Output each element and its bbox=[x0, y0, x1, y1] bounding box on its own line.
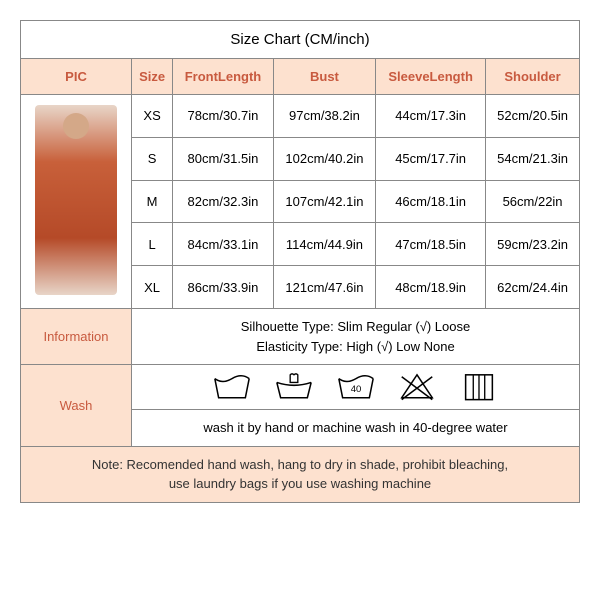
header-shoulder: Shoulder bbox=[486, 59, 580, 95]
product-image-cell bbox=[21, 95, 132, 309]
note-line2: use laundry bags if you use washing mach… bbox=[169, 476, 431, 491]
cell-sleeve: 46cm/18.1in bbox=[376, 180, 486, 223]
cell-shoulder: 62cm/24.4in bbox=[486, 266, 580, 309]
cell-sleeve: 44cm/17.3in bbox=[376, 95, 486, 138]
cell-size: M bbox=[132, 180, 173, 223]
cell-size: XS bbox=[132, 95, 173, 138]
header-sleevelength: SleeveLength bbox=[376, 59, 486, 95]
cell-bust: 121cm/47.6in bbox=[273, 266, 375, 309]
header-size: Size bbox=[132, 59, 173, 95]
cell-size: L bbox=[132, 223, 173, 266]
chart-title: Size Chart (CM/inch) bbox=[21, 21, 580, 59]
cell-bust: 107cm/42.1in bbox=[273, 180, 375, 223]
cell-bust: 114cm/44.9in bbox=[273, 223, 375, 266]
table-row: XS 78cm/30.7in 97cm/38.2in 44cm/17.3in 5… bbox=[21, 95, 580, 138]
information-label: Information bbox=[21, 309, 132, 365]
info-silhouette: Silhouette Type: Slim Regular (√) Loose bbox=[241, 319, 470, 334]
cell-bust: 97cm/38.2in bbox=[273, 95, 375, 138]
cell-shoulder: 59cm/23.2in bbox=[486, 223, 580, 266]
header-bust: Bust bbox=[273, 59, 375, 95]
header-frontlength: FrontLength bbox=[173, 59, 274, 95]
wash-label: Wash bbox=[21, 365, 132, 447]
wash-tub-icon bbox=[211, 371, 253, 403]
cell-sleeve: 47cm/18.5in bbox=[376, 223, 486, 266]
header-pic: PIC bbox=[21, 59, 132, 95]
information-cell: Silhouette Type: Slim Regular (√) Loose … bbox=[132, 309, 580, 365]
cell-shoulder: 54cm/21.3in bbox=[486, 137, 580, 180]
wash-icons-cell: 40 bbox=[132, 365, 580, 410]
cell-front: 84cm/33.1in bbox=[173, 223, 274, 266]
cell-front: 86cm/33.9in bbox=[173, 266, 274, 309]
header-row: PIC Size FrontLength Bust SleeveLength S… bbox=[21, 59, 580, 95]
hand-wash-icon bbox=[273, 371, 315, 403]
cell-sleeve: 48cm/18.9in bbox=[376, 266, 486, 309]
info-elasticity: Elasticity Type: High (√) Low None bbox=[256, 339, 454, 354]
cell-shoulder: 56cm/22in bbox=[486, 180, 580, 223]
product-photo bbox=[35, 105, 117, 295]
dry-icon bbox=[458, 371, 500, 403]
wash-40-icon: 40 bbox=[335, 371, 377, 403]
cell-front: 82cm/32.3in bbox=[173, 180, 274, 223]
cell-sleeve: 45cm/17.7in bbox=[376, 137, 486, 180]
cell-shoulder: 52cm/20.5in bbox=[486, 95, 580, 138]
cell-front: 80cm/31.5in bbox=[173, 137, 274, 180]
cell-bust: 102cm/40.2in bbox=[273, 137, 375, 180]
wash-instructions: wash it by hand or machine wash in 40-de… bbox=[132, 410, 580, 447]
svg-text:40: 40 bbox=[350, 384, 361, 395]
no-bleach-icon bbox=[396, 371, 438, 403]
note-line1: Note: Recomended hand wash, hang to dry … bbox=[92, 457, 508, 472]
size-chart-table: Size Chart (CM/inch) PIC Size FrontLengt… bbox=[20, 20, 580, 503]
cell-size: S bbox=[132, 137, 173, 180]
cell-size: XL bbox=[132, 266, 173, 309]
note-cell: Note: Recomended hand wash, hang to dry … bbox=[21, 446, 580, 502]
cell-front: 78cm/30.7in bbox=[173, 95, 274, 138]
